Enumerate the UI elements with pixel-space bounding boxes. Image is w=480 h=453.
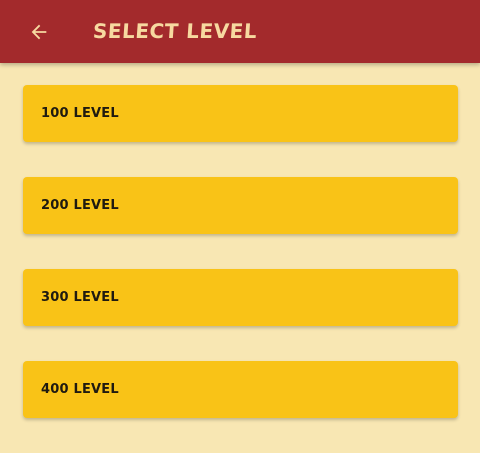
level-item-200[interactable]: 200 LEVEL <box>23 177 458 234</box>
app-bar: SELECT LEVEL <box>0 0 480 63</box>
arrow-left-icon <box>31 24 47 40</box>
level-item-100[interactable]: 100 LEVEL <box>23 85 458 142</box>
page-title: SELECT LEVEL <box>92 19 258 43</box>
level-label: 200 LEVEL <box>41 198 119 213</box>
level-item-300[interactable]: 300 LEVEL <box>23 269 458 326</box>
level-item-400[interactable]: 400 LEVEL <box>23 361 458 418</box>
back-button[interactable] <box>24 17 54 47</box>
level-label: 100 LEVEL <box>41 106 119 121</box>
level-list: 100 LEVEL 200 LEVEL 300 LEVEL 400 LEVEL <box>23 85 458 453</box>
level-label: 300 LEVEL <box>41 290 119 305</box>
level-label: 400 LEVEL <box>41 382 119 397</box>
